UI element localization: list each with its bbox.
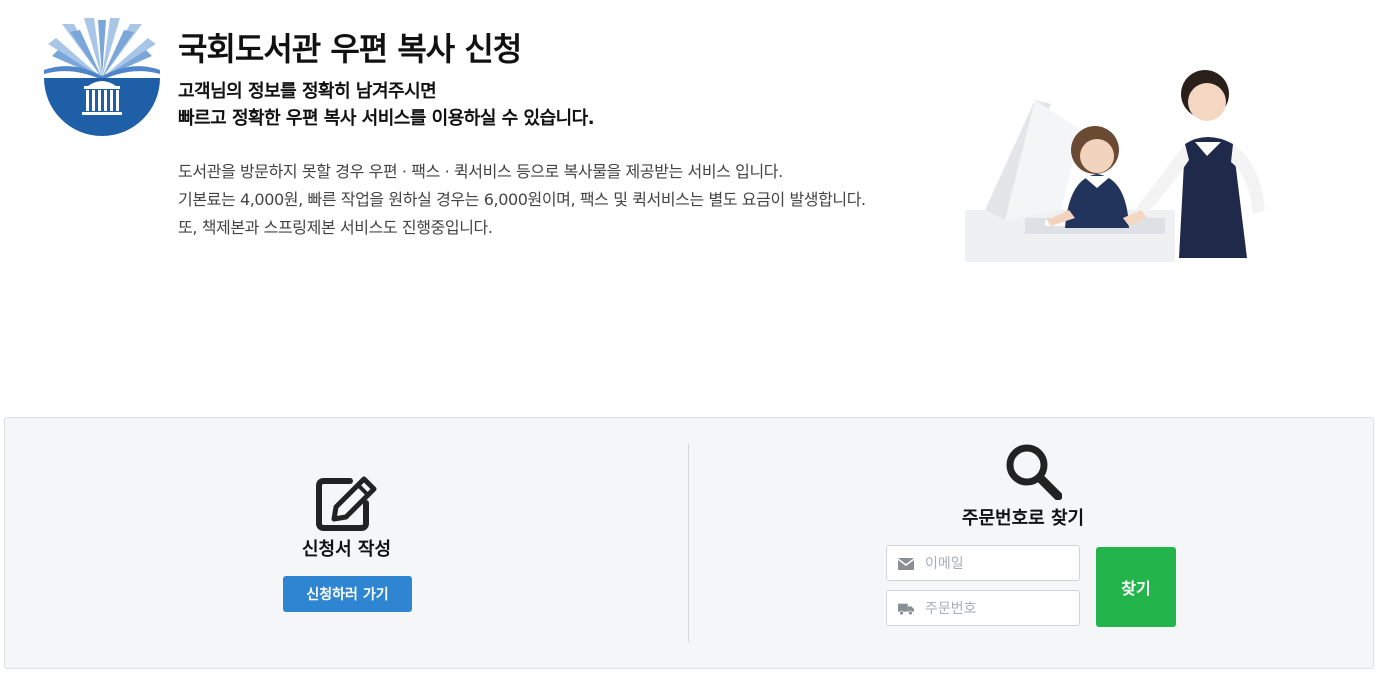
- national-assembly-library-logo: [44, 18, 160, 136]
- order-lookup-section: 주문번호로 찾기 찾기: [689, 418, 1373, 668]
- service-description: 도서관을 방문하지 못할 경우 우편 · 팩스 · 퀵서비스 등으로 복사물을 …: [178, 158, 866, 242]
- description-line-1: 도서관을 방문하지 못할 경우 우편 · 팩스 · 퀵서비스 등으로 복사물을 …: [178, 162, 783, 181]
- description-line-3: 또, 책제본과 스프링제본 서비스도 진행중입니다.: [178, 218, 493, 237]
- subtitle: 고객님의 정보를 정확히 남겨주시면 빠르고 정확한 우편 복사 서비스를 이용…: [178, 78, 595, 132]
- email-input[interactable]: [923, 546, 1077, 582]
- order-number-input[interactable]: [923, 591, 1077, 627]
- edit-icon: [316, 476, 377, 531]
- apply-title: 신청서 작성: [301, 539, 392, 560]
- subtitle-line-1: 고객님의 정보를 정확히 남겨주시면: [178, 81, 437, 102]
- search-icon: [1006, 444, 1062, 500]
- truck-icon: [898, 603, 914, 616]
- service-panel: 신청서 작성 신청하러 가기 주문번호로 찾기 찾기: [4, 417, 1374, 669]
- go-apply-button[interactable]: 신청하러 가기: [283, 576, 412, 612]
- email-field: [886, 545, 1080, 582]
- envelope-icon: [898, 558, 914, 570]
- lookup-title: 주문번호로 찾기: [961, 508, 1085, 529]
- find-button[interactable]: 찾기: [1096, 547, 1176, 627]
- apply-section: 신청서 작성 신청하러 가기: [5, 418, 688, 668]
- children-copier-illustration: [965, 70, 1265, 262]
- page-title: 국회도서관 우편 복사 신청: [178, 30, 522, 68]
- banner: 국회도서관 우편 복사 신청 고객님의 정보를 정확히 남겨주시면 빠르고 정확…: [0, 0, 1388, 270]
- order-number-field: [886, 590, 1080, 627]
- description-line-2: 기본료는 4,000원, 빠른 작업을 원하실 경우는 6,000원이며, 팩스…: [178, 190, 866, 209]
- subtitle-line-2: 빠르고 정확한 우편 복사 서비스를 이용하실 수 있습니다.: [178, 108, 595, 129]
